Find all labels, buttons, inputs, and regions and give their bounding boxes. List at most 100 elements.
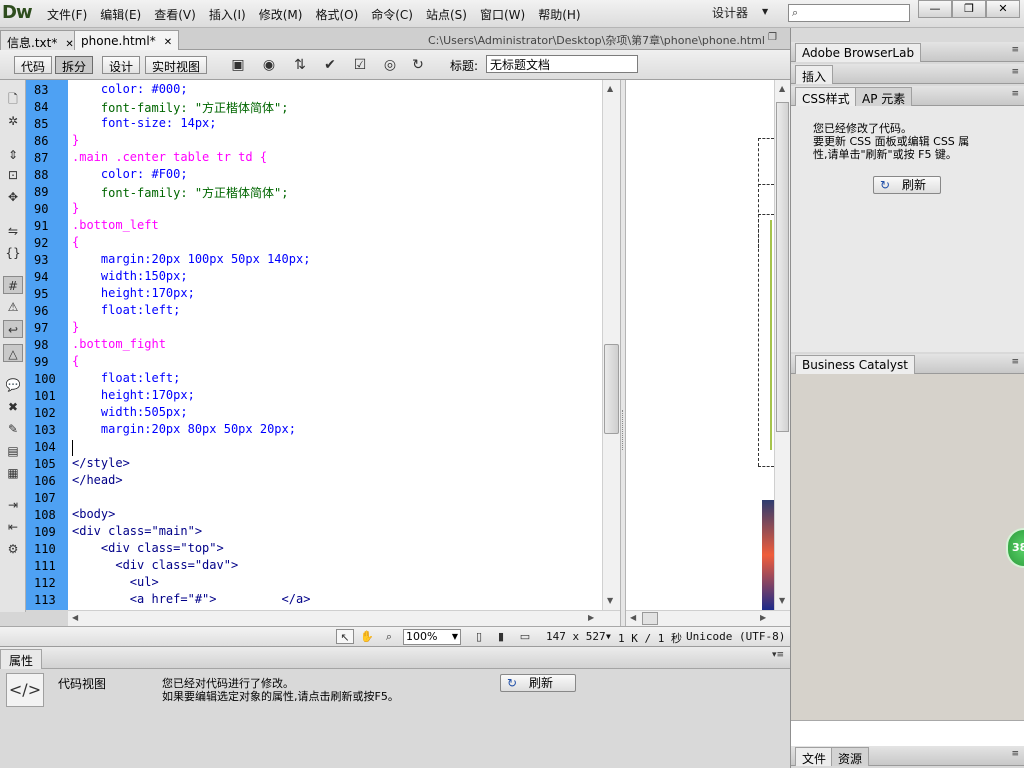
panel-menu-icon[interactable]: ≡: [1011, 749, 1019, 759]
live-view-button[interactable]: 实时视图: [145, 56, 208, 74]
close-icon[interactable]: ✕: [65, 39, 73, 50]
word-wrap-icon[interactable]: ↩: [3, 320, 23, 338]
scroll-thumb[interactable]: [642, 612, 658, 625]
select-tool-icon[interactable]: ↖: [336, 629, 354, 644]
check-compatibility-icon[interactable]: ☑: [348, 55, 372, 75]
scroll-up-icon[interactable]: ▲: [779, 84, 785, 93]
menu-edit[interactable]: 编辑(E): [93, 6, 147, 23]
document-title-field[interactable]: [486, 55, 638, 73]
design-view[interactable]: [626, 80, 774, 610]
remove-comment-icon[interactable]: ✖: [3, 398, 23, 416]
scroll-down-icon[interactable]: ▼: [607, 596, 613, 605]
restore-button[interactable]: ❐: [952, 0, 986, 18]
zoom-select[interactable]: 100% ▼: [403, 629, 461, 645]
scroll-left-icon[interactable]: ◀: [630, 613, 636, 622]
menu-format[interactable]: 格式(O): [308, 6, 364, 23]
scroll-left-icon[interactable]: ◀: [72, 613, 78, 622]
menu-window[interactable]: 窗口(W): [473, 6, 531, 23]
scroll-right-icon[interactable]: ▶: [760, 613, 766, 622]
tab-properties[interactable]: 属性: [0, 649, 43, 669]
code-view-button[interactable]: 代码: [14, 56, 53, 74]
design-horizontal-scrollbar[interactable]: ◀ ▶: [626, 610, 790, 626]
select-parent-tag-icon[interactable]: ⇋: [3, 222, 23, 240]
code-horizontal-scrollbar[interactable]: ◀ ▶: [68, 610, 620, 626]
balance-braces-icon[interactable]: {}: [3, 244, 23, 262]
scroll-down-icon[interactable]: ▼: [779, 596, 785, 605]
collapse-tag-icon[interactable]: ⇕: [3, 146, 23, 164]
expand-all-icon[interactable]: ✥: [3, 188, 23, 206]
desktop-size-icon[interactable]: ▭: [516, 629, 534, 644]
properties-refresh-button[interactable]: ↻ 刷新: [500, 674, 576, 692]
window-controls: — ❐ ✕: [918, 0, 1020, 18]
zoom-tool-icon[interactable]: ⌕: [380, 629, 398, 644]
design-vertical-scrollbar[interactable]: ▲ ▼: [774, 80, 790, 610]
tab-files[interactable]: 文件: [795, 747, 834, 766]
scroll-thumb[interactable]: [776, 102, 789, 432]
panel-menu-icon[interactable]: ≡: [1011, 357, 1019, 367]
scroll-up-icon[interactable]: ▲: [607, 84, 613, 93]
encoding: Unicode (UTF-8): [686, 630, 786, 643]
tab-business-catalyst[interactable]: Business Catalyst: [795, 355, 915, 374]
menu-view[interactable]: 查看(V): [147, 6, 202, 23]
panel-menu-icon[interactable]: ≡: [1011, 67, 1019, 77]
tab-phone-html[interactable]: phone.html* ✕: [74, 30, 180, 50]
browser-preview-icon[interactable]: ◉: [257, 55, 281, 75]
divider-grip[interactable]: [622, 410, 624, 450]
w3c-validation-icon[interactable]: ✔: [318, 55, 342, 75]
code-vertical-scrollbar[interactable]: ▲ ▼: [602, 80, 620, 610]
design-view-button[interactable]: 设计: [102, 56, 141, 74]
apply-comment-icon[interactable]: 💬: [3, 376, 23, 394]
tab-browserlab[interactable]: Adobe BrowserLab: [795, 43, 922, 62]
settings-icon[interactable]: ✲: [3, 112, 23, 130]
recent-snippets-icon[interactable]: ▤: [3, 442, 23, 460]
panel-menu-icon[interactable]: ≡: [1011, 45, 1019, 55]
menu-site[interactable]: 站点(S): [419, 6, 473, 23]
wrap-tag-icon[interactable]: ✎: [3, 420, 23, 438]
menu-insert[interactable]: 插入(I): [202, 6, 252, 23]
open-documents-icon[interactable]: 🗋: [3, 90, 23, 108]
chevron-down-icon[interactable]: ▼: [606, 632, 611, 641]
workspace-label: 设计器: [712, 6, 749, 20]
move-css-icon[interactable]: ▦: [3, 464, 23, 482]
tab-css-styles[interactable]: CSS样式: [795, 87, 857, 106]
indent-code-icon[interactable]: ⇥: [3, 496, 23, 514]
outdent-code-icon[interactable]: ⇤: [3, 518, 23, 536]
split-view-button[interactable]: 拆分: [55, 56, 94, 74]
tab-ap-elements[interactable]: AP 元素: [855, 87, 913, 106]
tab-info-txt[interactable]: 信息.txt* ✕: [0, 30, 81, 50]
visual-aids-icon[interactable]: ◎: [378, 55, 402, 75]
tab-insert[interactable]: 插入: [795, 65, 834, 84]
multiscreen-icon[interactable]: ▣: [226, 55, 250, 75]
line-number: 85: [34, 117, 49, 131]
css-panel-header: CSS样式 AP 元素 ≡: [791, 86, 1024, 106]
restore-document-icon[interactable]: ❐: [768, 32, 777, 43]
format-source-icon[interactable]: ⚙: [3, 540, 23, 558]
menu-file[interactable]: 文件(F): [40, 6, 93, 23]
tablet-size-icon[interactable]: ▮: [492, 629, 510, 644]
code-editor[interactable]: color: #000; font-family: "方正楷体简体"; font…: [68, 80, 602, 610]
menu-commands[interactable]: 命令(C): [364, 6, 419, 23]
scroll-right-icon[interactable]: ▶: [588, 613, 594, 622]
mobile-size-icon[interactable]: ▯: [470, 629, 488, 644]
line-numbers-icon[interactable]: #: [3, 276, 23, 294]
syntax-error-icon[interactable]: △: [3, 344, 23, 362]
panel-menu-icon[interactable]: ≡: [1011, 89, 1019, 99]
tab-assets[interactable]: 资源: [831, 747, 870, 766]
help-search-input[interactable]: ⌕: [788, 4, 910, 22]
menu-help[interactable]: 帮助(H): [531, 6, 586, 23]
panel-menu-icon[interactable]: ▾≡: [772, 650, 784, 660]
minimize-button[interactable]: —: [918, 0, 952, 18]
workspace-switcher[interactable]: 设计器 ▼: [706, 2, 776, 22]
window-size[interactable]: 147 x 527: [546, 630, 606, 643]
hand-tool-icon[interactable]: ✋: [358, 629, 376, 644]
file-management-icon[interactable]: ⇅: [288, 55, 312, 75]
highlight-invalid-icon[interactable]: ⚠: [3, 298, 23, 316]
collapse-selection-icon[interactable]: ⊡: [3, 166, 23, 184]
menu-modify[interactable]: 修改(M): [252, 6, 309, 23]
css-refresh-button[interactable]: ↻ 刷新: [873, 176, 941, 194]
close-icon[interactable]: ✕: [164, 37, 172, 48]
scroll-thumb[interactable]: [604, 344, 619, 434]
refresh-icon[interactable]: ↻: [406, 55, 430, 75]
code-line: {: [72, 354, 80, 368]
close-button[interactable]: ✕: [986, 0, 1020, 18]
